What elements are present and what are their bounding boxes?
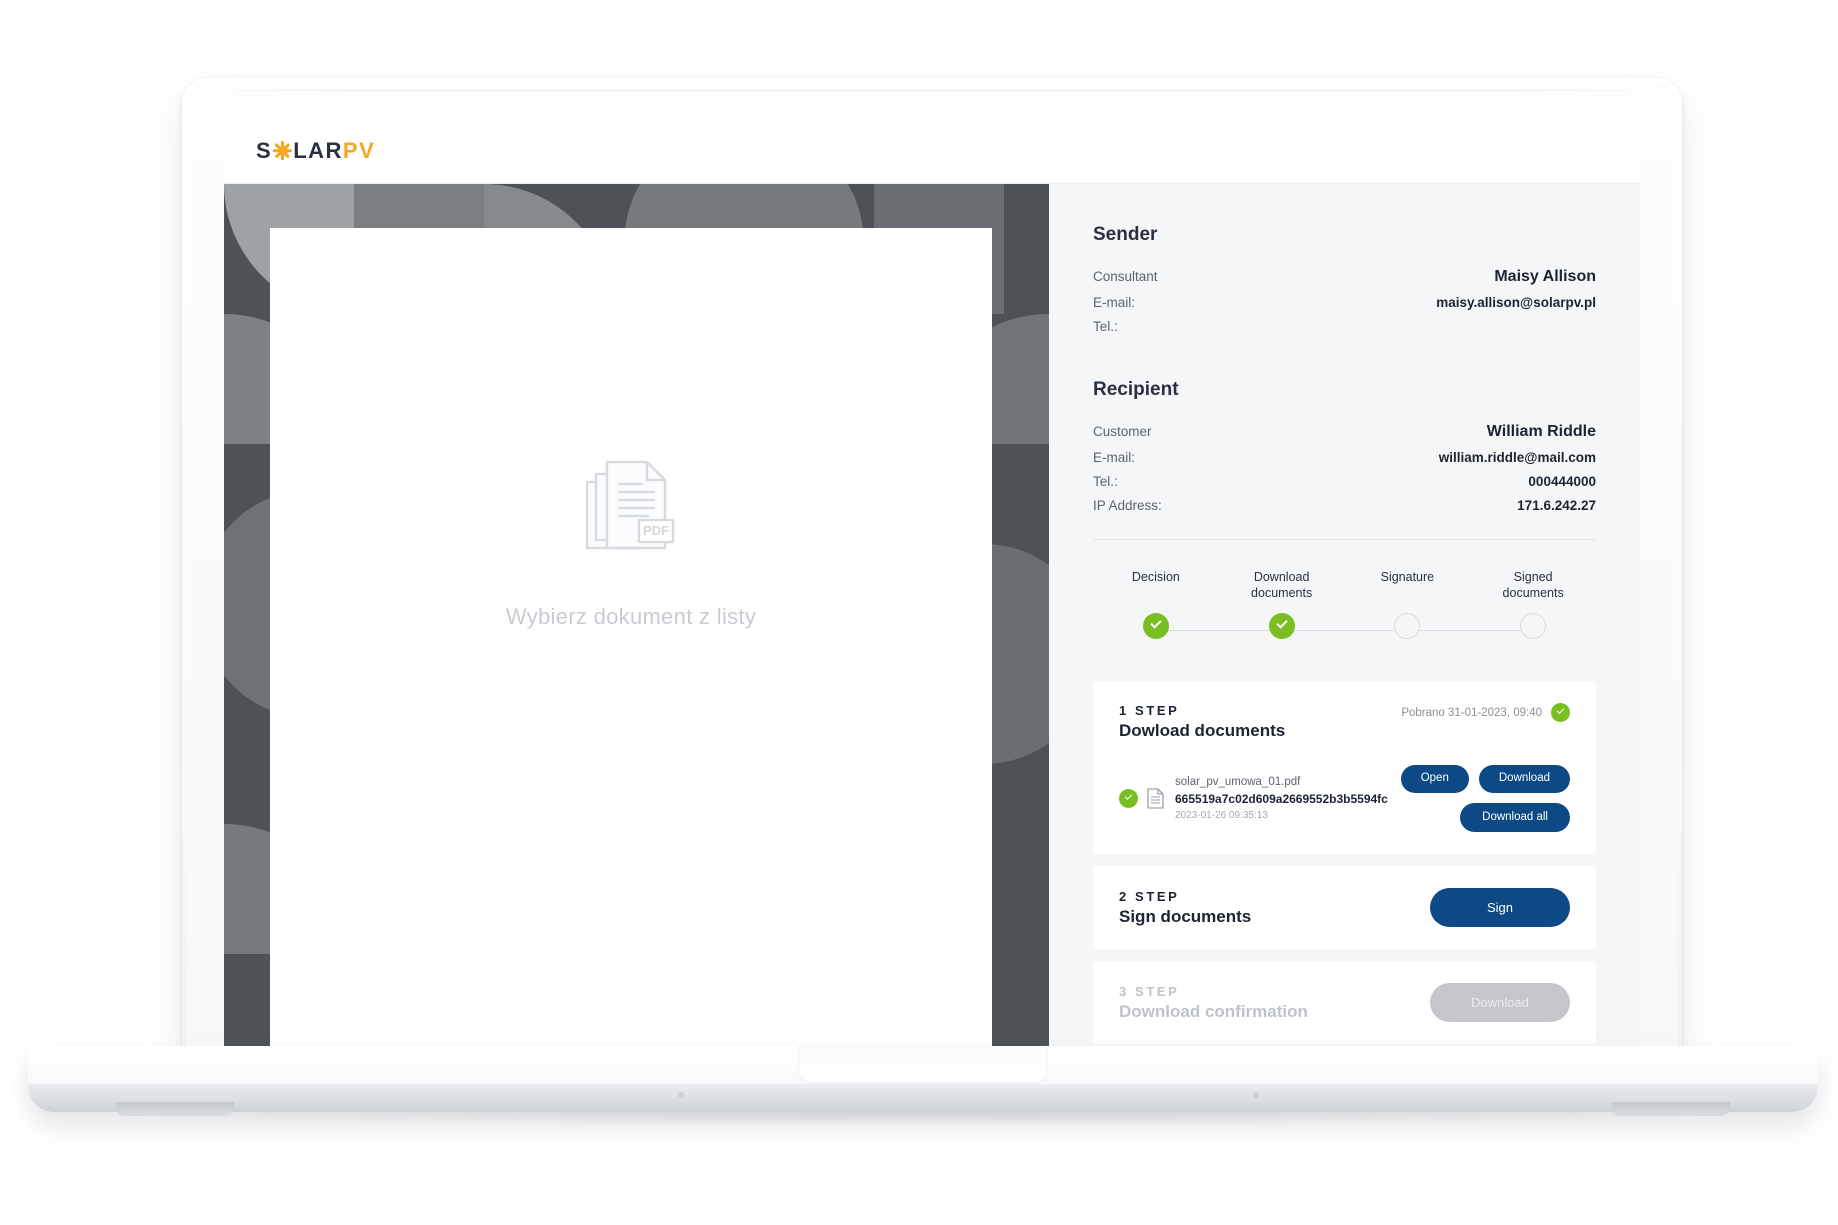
base-notch [798,1046,1048,1084]
base-foot-right [1612,1102,1730,1116]
file-list-item: solar_pv_umowa_01.pdf 665519a7c02d609a26… [1119,765,1570,833]
open-button[interactable]: Open [1400,765,1469,793]
file-check-icon [1119,789,1138,809]
step2-titles: 2 STEP Sign documents [1119,889,1251,927]
sender-consultant-value: Maisy Allison [1494,268,1596,285]
recipient-tel-label: Tel.: [1093,474,1118,489]
sun-icon [273,141,293,160]
sender-row-email: E-mail: maisy.allison@solarpv.pl [1093,295,1596,310]
recipient-section: Recipient Customer William Riddle E-mail… [1093,379,1596,513]
base-foot-left [116,1102,234,1116]
file-hash: 665519a7c02d609a2669552b3b5594fc [1175,791,1388,806]
file-date: 2023-01-26 09:35:13 [1175,810,1268,822]
step-cards: 1 STEP Dowload documents Pobrano 31-01-2… [1093,681,1596,1045]
progress-stepper: Decision Download documents Signature Si… [1093,570,1596,647]
document-page: PDF Wybierz dokument z listy [270,228,992,1050]
recipient-row-email: E-mail: william.riddle@mail.com [1093,450,1596,465]
recipient-tel-value: 000444000 [1528,474,1596,489]
step1-status: Pobrano 31-01-2023, 09:40 [1401,703,1570,723]
stepper-label-signature: Signature [1380,570,1435,584]
sender-email-value: maisy.allison@solarpv.pl [1436,295,1596,310]
step2-title: Sign documents [1119,906,1252,926]
recipient-row-tel: Tel.: 000444000 [1093,474,1596,489]
logo-text-s: S [256,137,273,163]
recipient-email-label: E-mail: [1093,450,1136,465]
laptop-base [28,1046,1818,1116]
recipient-row-customer: Customer William Riddle [1093,423,1596,441]
stepper-track [1093,613,1596,647]
step-card-3: 3 STEP Download confirmation Download [1093,961,1596,1045]
step-card-2: 2 STEP Sign documents Sign [1093,866,1596,950]
download-button[interactable]: Download [1478,765,1570,793]
application-window: S LAR PV PDF Wybierz dokument z listy Se… [224,118,1640,1050]
file-document-icon [1147,788,1164,809]
base-screw-right [1253,1092,1259,1098]
file-action-buttons: Open Download Download all [1400,765,1570,833]
recipient-title: Recipient [1093,379,1179,400]
step1-title: Dowload documents [1119,721,1286,741]
sender-section: Sender Consultant Maisy Allison E-mail: … [1093,224,1596,334]
file-name: solar_pv_umowa_01.pdf [1175,776,1301,789]
details-sidebar: Sender Consultant Maisy Allison E-mail: … [1049,184,1640,1050]
placeholder-message: Wybierz dokument z listy [505,604,757,629]
recipient-customer-value: William Riddle [1486,423,1596,440]
stepper-label-download-documents: Download documents [1251,570,1313,600]
empty-document-placeholder: PDF Wybierz dokument z listy [270,460,992,630]
download-confirmation-button: Download [1430,983,1570,1023]
step1-titles: 1 STEP Dowload documents [1119,703,1285,741]
laptop-mockup: S LAR PV PDF Wybierz dokument z listy Se… [0,0,1838,1225]
stepper-label-signed-documents: Signed documents [1502,570,1564,600]
file-details: solar_pv_umowa_01.pdf 665519a7c02d609a26… [1175,774,1401,823]
section-divider [1093,539,1596,540]
recipient-row-ip: IP Address: 171.6.242.27 [1093,498,1596,513]
stepper-dot-download-documents[interactable] [1268,613,1295,640]
sign-button[interactable]: Sign [1430,888,1570,928]
step3-title: Download confirmation [1119,1001,1308,1021]
stepper-label-decision: Decision [1131,570,1180,584]
sender-row-consultant: Consultant Maisy Allison [1093,268,1596,286]
logo-text-pv: PV [342,137,376,163]
stepper-dot-signed-documents[interactable] [1520,613,1547,640]
main-content: PDF Wybierz dokument z listy Sender Cons… [224,184,1640,1050]
sender-row-tel: Tel.: [1093,319,1596,334]
step3-row: 3 STEP Download confirmation Download [1119,983,1570,1023]
app-header: S LAR PV [224,118,1640,184]
document-viewer: PDF Wybierz dokument z listy [224,184,1049,1050]
stepper-dots [1093,613,1596,640]
step1-number: 1 STEP [1119,703,1180,719]
recipient-customer-label: Customer [1093,424,1152,439]
file-primary-actions: Open Download [1400,765,1570,793]
step3-number: 3 STEP [1119,983,1180,999]
step1-timestamp: Pobrano 31-01-2023, 09:40 [1401,706,1542,719]
recipient-ip-label: IP Address: [1093,498,1162,513]
download-all-button[interactable]: Download all [1460,802,1570,833]
lid-top-highlight [192,90,1672,91]
step-card-1: 1 STEP Dowload documents Pobrano 31-01-2… [1093,681,1596,855]
step1-check-icon [1551,703,1570,723]
solarpv-logo[interactable]: S LAR PV [256,138,375,164]
sender-consultant-label: Consultant [1093,269,1158,284]
recipient-email-value: william.riddle@mail.com [1438,450,1596,465]
step1-header: 1 STEP Dowload documents Pobrano 31-01-2… [1119,703,1570,741]
stepper-labels: Decision Download documents Signature Si… [1093,570,1596,601]
stepper-dot-signature[interactable] [1394,613,1421,640]
pdf-document-icon: PDF [585,460,675,550]
pdf-badge-label: PDF [643,523,669,538]
logo-text-lar: LAR [293,137,343,163]
step2-number: 2 STEP [1119,888,1180,904]
base-screw-left [678,1092,684,1098]
step3-titles: 3 STEP Download confirmation [1119,984,1308,1022]
step2-row: 2 STEP Sign documents Sign [1119,888,1570,928]
sender-tel-label: Tel.: [1093,319,1118,334]
sender-email-label: E-mail: [1093,295,1136,310]
stepper-dot-decision[interactable] [1142,613,1169,640]
sender-title: Sender [1093,224,1158,245]
recipient-ip-value: 171.6.242.27 [1517,498,1596,513]
laptop-screen: S LAR PV PDF Wybierz dokument z listy Se… [224,118,1640,1050]
